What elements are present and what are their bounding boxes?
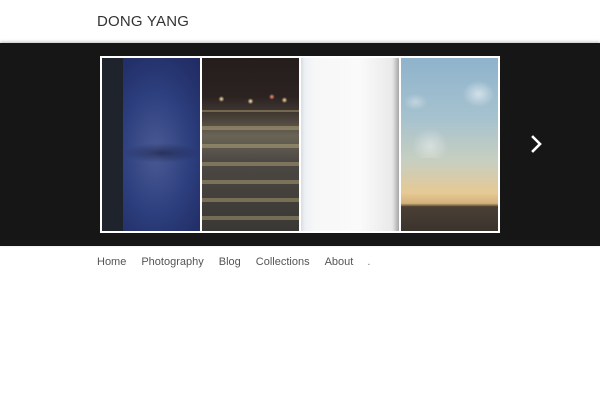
chevron-right-icon bbox=[531, 135, 542, 153]
nav-item-home[interactable]: Home bbox=[97, 256, 126, 268]
slider-frame bbox=[100, 56, 500, 233]
nav-item-photography[interactable]: Photography bbox=[141, 256, 203, 268]
nav-item-extra[interactable]: . bbox=[367, 256, 370, 268]
slide-white-wall-photo[interactable] bbox=[301, 58, 399, 231]
nav-item-blog[interactable]: Blog bbox=[219, 256, 241, 268]
slide-sunset-sky-photo[interactable] bbox=[400, 58, 498, 231]
site-title[interactable]: DONG YANG bbox=[97, 13, 189, 30]
image-slider bbox=[0, 43, 600, 246]
slide-night-crosswalk-photo[interactable] bbox=[201, 58, 299, 231]
nav-item-collections[interactable]: Collections bbox=[256, 256, 310, 268]
main-nav: Home Photography Blog Collections About … bbox=[97, 255, 385, 269]
nav-item-about[interactable]: About bbox=[325, 256, 354, 268]
slider-next-button[interactable] bbox=[527, 132, 547, 156]
slide-blurred-blue-photo[interactable] bbox=[102, 58, 200, 231]
